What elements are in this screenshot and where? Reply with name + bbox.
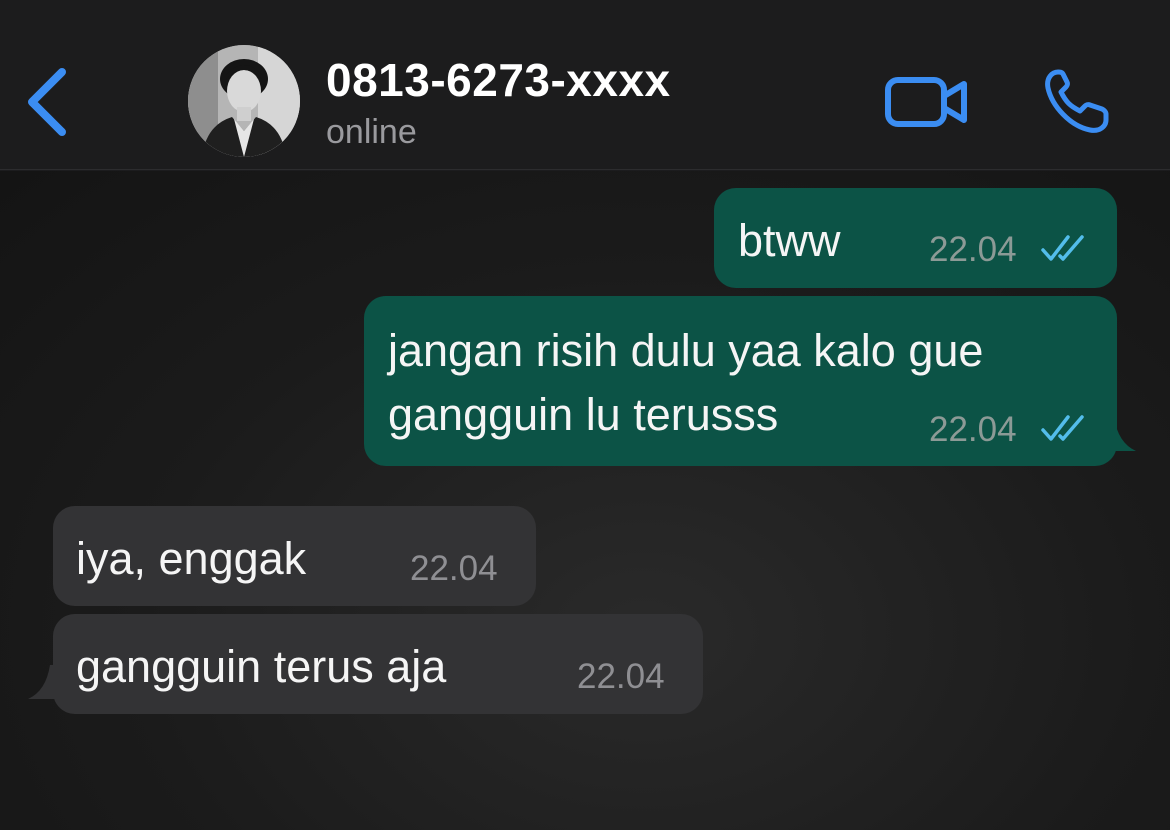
back-button[interactable] <box>18 62 78 142</box>
message-bubble-incoming[interactable]: iya, enggak 22.04 <box>53 506 536 606</box>
message-time: 22.04 <box>410 549 498 588</box>
video-camera-icon <box>885 77 967 127</box>
double-check-icon <box>1041 235 1084 261</box>
message-bubble-outgoing[interactable]: btww 22.04 <box>714 188 1117 288</box>
message-list[interactable]: btww 22.04 jangan risih dulu yaa kalo gu… <box>0 171 1170 830</box>
message-time: 22.04 <box>929 230 1017 269</box>
message-text-line-1: jangan risih dulu yaa kalo gue <box>388 325 984 376</box>
message-time: 22.04 <box>577 657 665 696</box>
chat-header: 0813-6273-xxxx online <box>0 0 1170 170</box>
contact-avatar[interactable] <box>188 45 300 157</box>
message-bubble-outgoing[interactable]: jangan risih dulu yaa kalo gue gangguin … <box>364 296 1117 466</box>
bubble-tail-incoming <box>28 665 60 699</box>
video-call-button[interactable] <box>884 74 970 130</box>
chevron-left-icon <box>28 68 66 136</box>
message-time: 22.04 <box>929 410 1017 449</box>
avatar-photo <box>188 45 300 157</box>
phone-icon <box>1045 69 1109 133</box>
contact-name[interactable]: 0813-6273-xxxx <box>326 53 671 107</box>
voice-call-button[interactable] <box>1040 66 1112 138</box>
message-bubble-incoming[interactable]: gangguin terus aja 22.04 <box>53 614 703 714</box>
chat-screen: 0813-6273-xxxx online btww 22.04 jangan … <box>0 0 1170 830</box>
double-check-icon <box>1041 415 1084 441</box>
message-text: btww <box>738 215 841 266</box>
bubble-tail-outgoing <box>1104 417 1136 451</box>
contact-status: online <box>326 113 417 151</box>
message-text-line-2: gangguin lu terusss <box>388 389 779 440</box>
message-text: gangguin terus aja <box>76 641 447 692</box>
message-text: iya, enggak <box>76 533 307 584</box>
